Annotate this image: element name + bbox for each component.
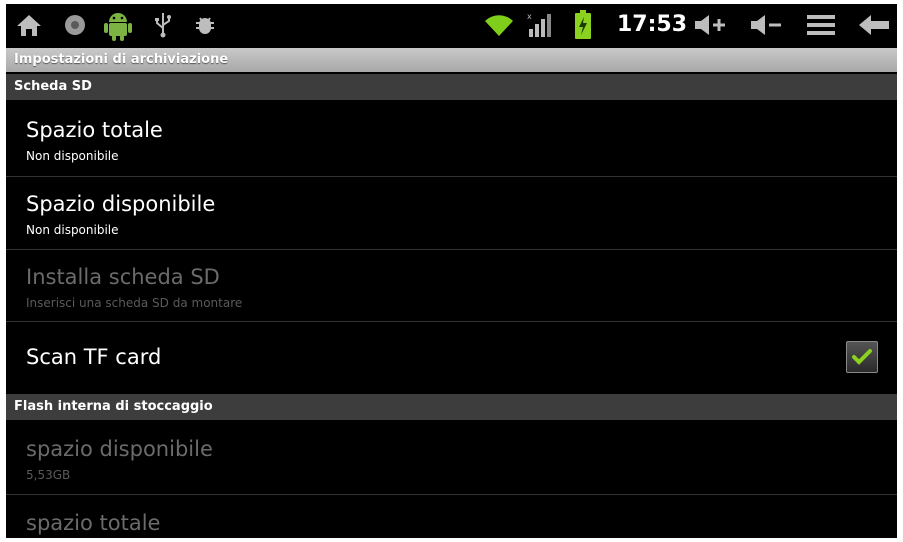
section-header-internal-flash: Flash interna di stoccaggio [6,394,897,420]
section-header-label: Flash interna di stoccaggio [14,399,213,414]
pref-summary: Inserisci una scheda SD da montare [26,296,243,310]
signal-icon: x [526,9,554,41]
menu-icon[interactable] [804,9,838,41]
volume-up-icon[interactable] [692,9,728,41]
pref-summary: 5,53GB [26,468,71,482]
pref-title: spazio disponibile [26,437,213,461]
volume-down-icon[interactable] [748,9,784,41]
pref-title: Spazio disponibile [26,192,216,216]
home-icon [14,9,44,41]
pref-scan-tf-card[interactable]: Scan TF card [6,322,897,393]
pref-available-space[interactable]: Spazio disponibile Non disponibile [6,177,897,249]
section-header-label: Scheda SD [14,79,92,94]
battery-charging-icon [572,9,594,41]
pref-summary: Non disponibile [26,149,119,163]
pref-internal-total-space: spazio totale [6,495,897,538]
wifi-icon [482,9,516,41]
debug-bug-icon [192,9,218,41]
scan-tf-card-checkbox[interactable] [846,341,878,373]
svg-text:x: x [527,12,532,21]
pref-title: Scan TF card [26,345,162,369]
record-icon [62,9,88,41]
page-title-bar: Impostazioni di archiviazione [6,48,897,72]
checkmark-icon [852,349,872,365]
back-icon[interactable] [856,9,892,41]
usb-icon [152,9,174,41]
status-clock: 17:53 [617,12,688,37]
pref-total-space[interactable]: Spazio totale Non disponibile [6,102,897,176]
pref-internal-available-space: spazio disponibile 5,53GB [6,422,897,494]
pref-title: spazio totale [26,511,161,535]
android-screen: x 17:53 Impostazioni di archiviazione Sc… [6,4,897,538]
status-bar: x 17:53 [6,4,897,46]
section-header-sd-card: Scheda SD [6,74,897,100]
pref-title: Installa scheda SD [26,265,220,289]
page-title: Impostazioni di archiviazione [14,52,229,67]
pref-title: Spazio totale [26,118,163,142]
pref-summary: Non disponibile [26,223,119,237]
pref-mount-sd-card: Installa scheda SD Inserisci una scheda … [6,250,897,321]
android-icon [100,9,136,41]
